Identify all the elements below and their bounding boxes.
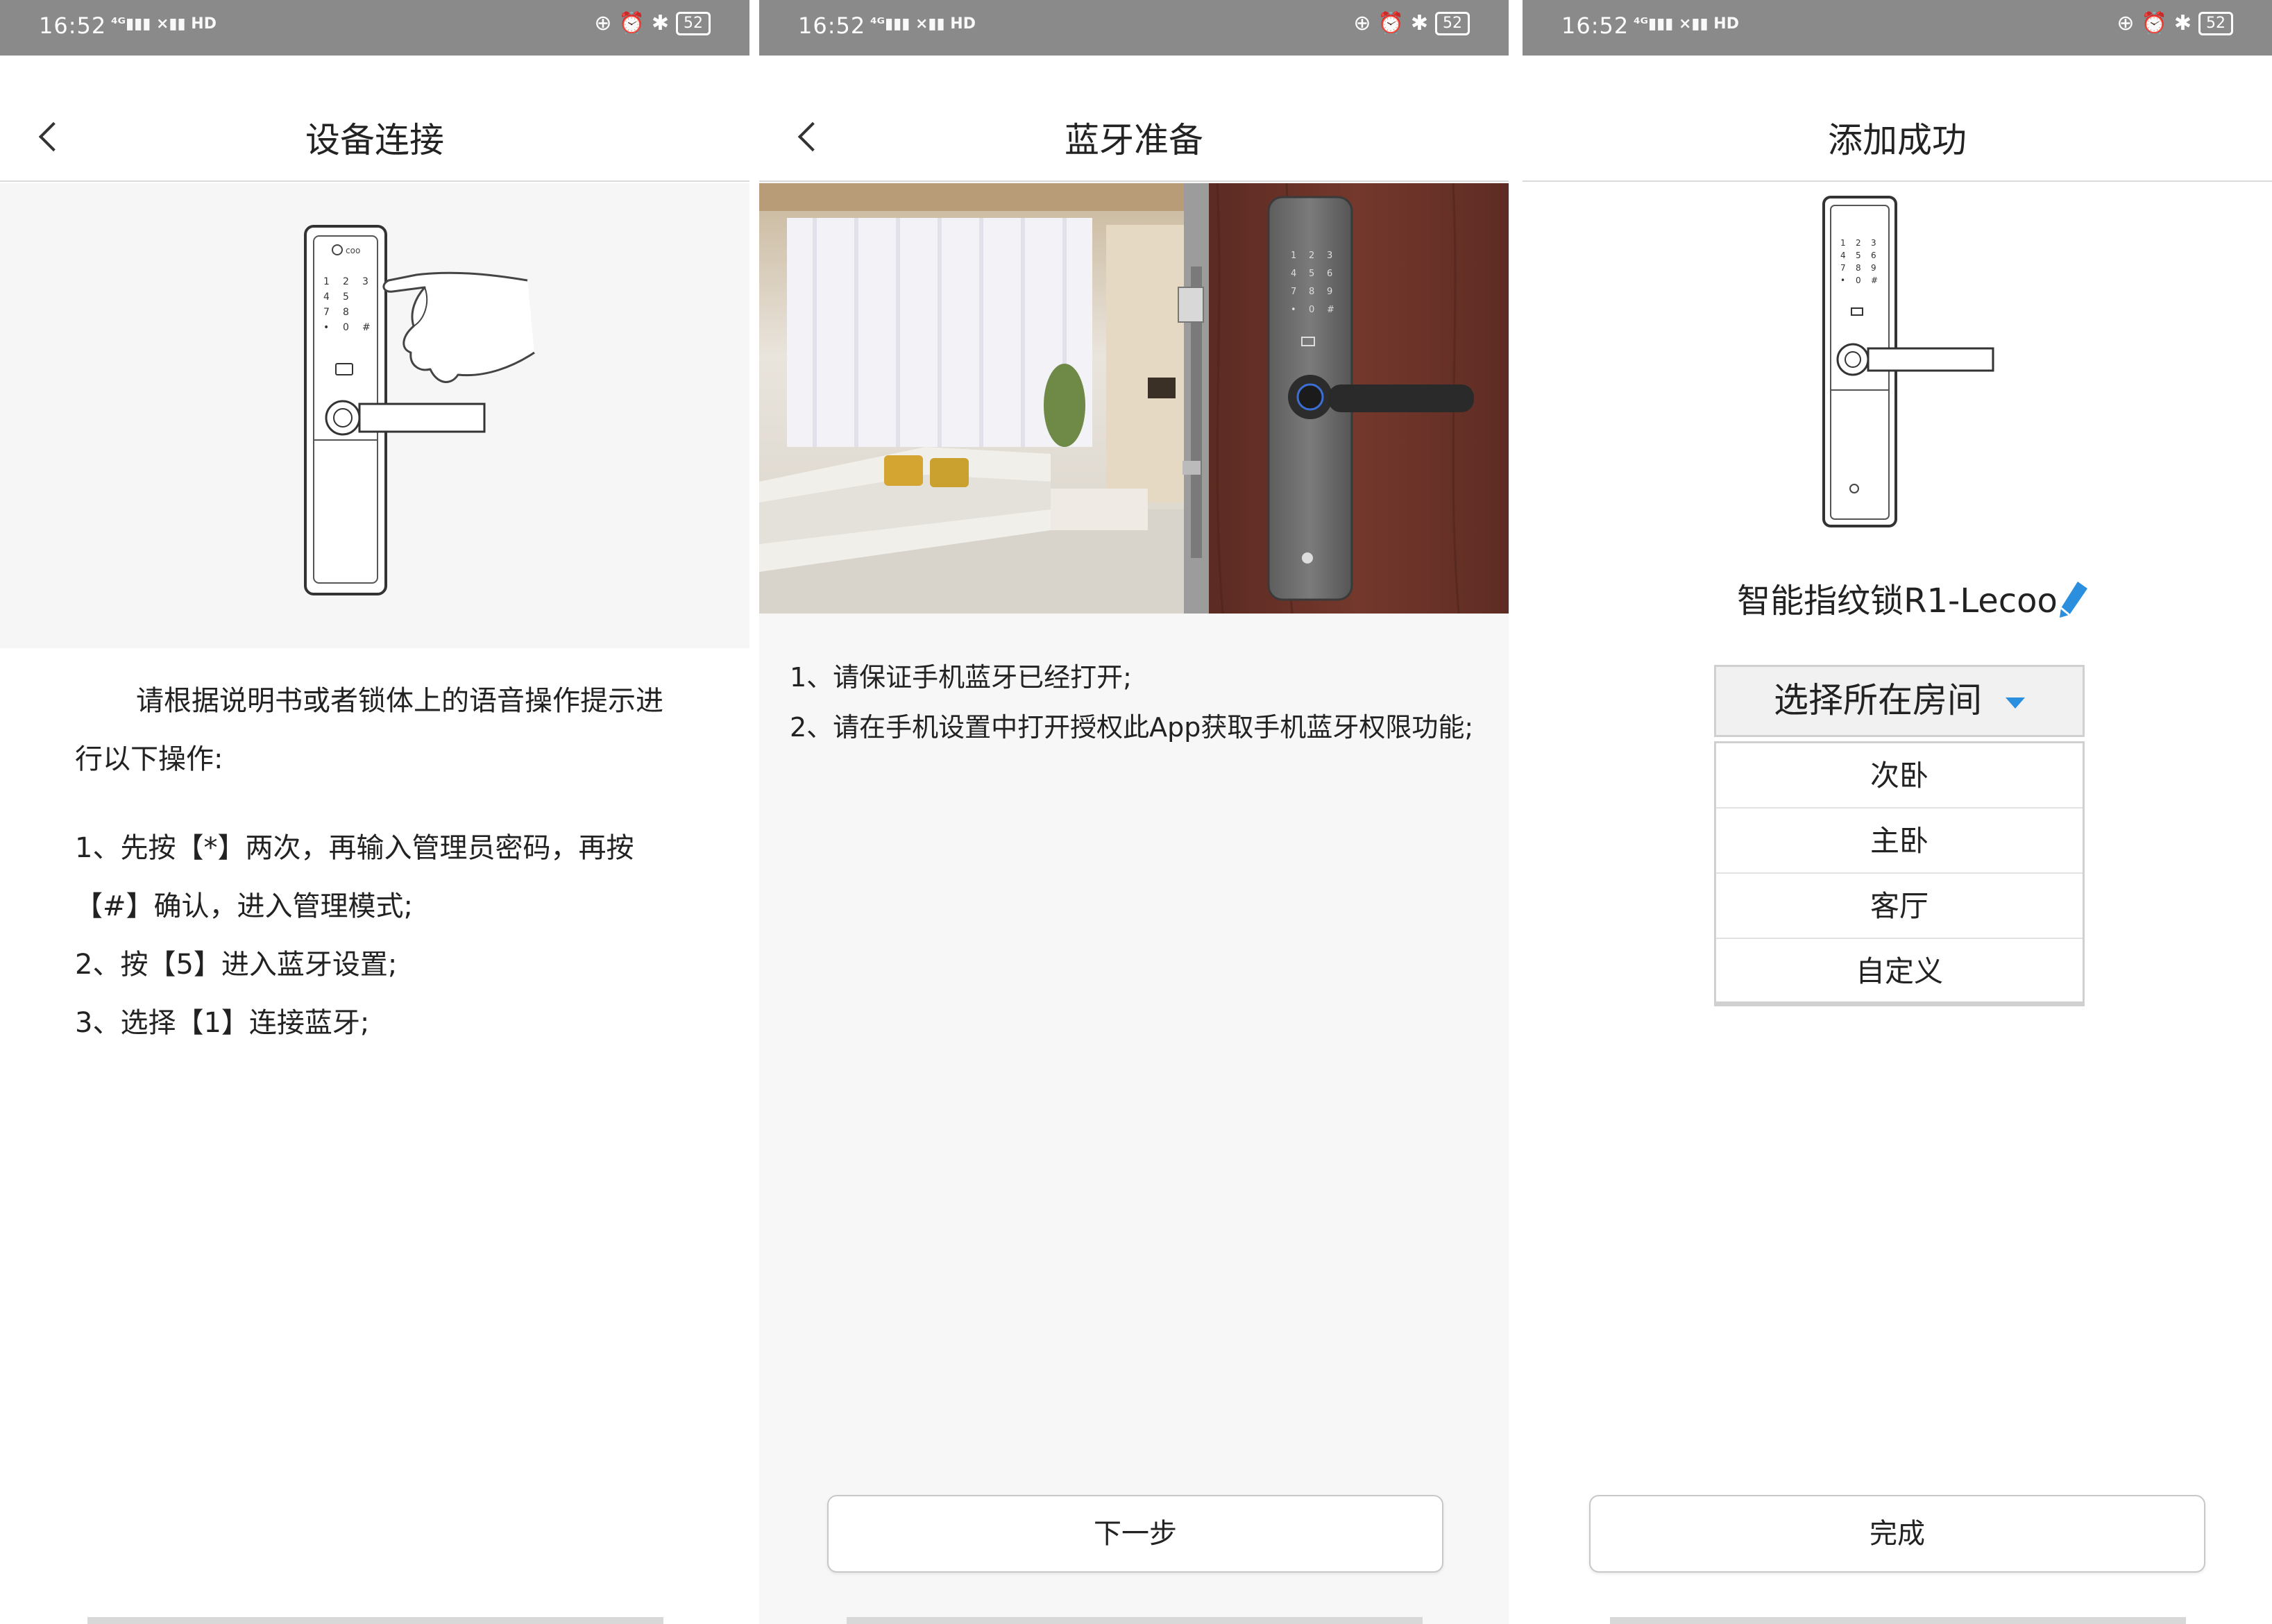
nav-header: 设备连接 [0, 56, 749, 182]
screenshots-row: 16:52 ⁴ᴳ▮▮▮ ×▮▮ HD ⊕ ⏰ ✱ 52 设备连接 coo 123… [0, 0, 2272, 1624]
svg-text:8: 8 [1309, 287, 1314, 297]
svg-text:7: 7 [1840, 263, 1846, 273]
bluetooth-icon: ✱ [1410, 11, 1428, 35]
alarm-icon: ⏰ [618, 11, 645, 35]
lock-rotation-icon: ⊕ [2117, 11, 2135, 35]
svg-text:4: 4 [323, 291, 330, 303]
svg-text:3: 3 [1871, 238, 1876, 248]
page-title: 设备连接 [305, 120, 444, 160]
battery-icon: 52 [676, 11, 711, 35]
status-bar: 16:52 ⁴ᴳ▮▮▮ ×▮▮ HD ⊕ ⏰ ✱ 52 [1523, 0, 2272, 56]
lock-rotation-icon: ⊕ [1353, 11, 1371, 35]
bluetooth-icon: ✱ [2173, 11, 2192, 35]
status-time: 16:52 [798, 12, 866, 39]
instruction-step: 2、请在手机设置中打开授权此App获取手机蓝牙权限功能; [790, 712, 1474, 743]
status-icons: ⊕ ⏰ ✱ 52 [1353, 11, 1470, 35]
done-button[interactable]: 完成 [1589, 1495, 2205, 1573]
network-signal-icon: ⁴ᴳ▮▮▮ ×▮▮ HD [870, 15, 976, 33]
svg-text:1: 1 [323, 276, 330, 287]
svg-text:•: • [323, 322, 329, 333]
device-connect-screen: 16:52 ⁴ᴳ▮▮▮ ×▮▮ HD ⊕ ⏰ ✱ 52 设备连接 coo 1 2 3… [0, 0, 749, 1624]
alarm-icon: ⏰ [1377, 11, 1404, 35]
instruction-step: 1、先按【*】两次，再输入管理员密码，再按【#】确认，进入管理模式; [75, 832, 634, 922]
battery-icon: 52 [1435, 11, 1470, 35]
svg-text:#: # [362, 322, 371, 333]
page-title: 添加成功 [1828, 120, 1967, 160]
network-signal-icon: ⁴ᴳ▮▮▮ ×▮▮ HD [1634, 15, 1739, 33]
status-time: 16:52 [1561, 12, 1629, 39]
bluetooth-icon: ✱ [651, 11, 669, 35]
lock-rotation-icon: ⊕ [594, 11, 612, 35]
svg-text:3: 3 [1327, 251, 1332, 261]
status-bar: 16:52 ⁴ᴳ▮▮▮ ×▮▮ HD ⊕ ⏰ ✱ 52 [0, 0, 749, 56]
svg-text:0: 0 [343, 322, 349, 333]
room-option[interactable]: 主卧 [1716, 809, 2083, 874]
bluetooth-instructions: 1、请保证手机蓝牙已经打开; 2、请在手机设置中打开授权此App获取手机蓝牙权限… [790, 652, 1484, 752]
status-bar: 16:52 ⁴ᴳ▮▮▮ ×▮▮ HD ⊕ ⏰ ✱ 52 [759, 0, 1509, 56]
nav-gesture-bar [847, 1617, 1423, 1624]
device-name: 智能指纹锁R1-Lecoo [1523, 573, 2272, 622]
svg-text:•: • [1840, 276, 1845, 285]
svg-text:0: 0 [1309, 305, 1314, 315]
smart-lock-device-icon: 123 4 5 6 789 • 0 # [1822, 196, 1994, 527]
nav-header: 蓝牙准备 [759, 56, 1509, 182]
room-option[interactable]: 次卧 [1716, 743, 2083, 809]
instruction-step: 1、请保证手机蓝牙已经打开; [790, 662, 1132, 693]
lock-room-scene-icon: 1 2 3 4 5 6 7 8 9 • 0 # [759, 183, 1509, 614]
add-success-screen: 16:52 ⁴ᴳ▮▮▮ ×▮▮ HD ⊕ ⏰ ✱ 52 添加成功 123 4 5 6… [1523, 0, 2272, 1624]
svg-text:#: # [1327, 305, 1334, 315]
svg-text:2: 2 [1856, 238, 1861, 248]
instruction-step: 2、按【5】进入蓝牙设置; [75, 949, 398, 981]
svg-text:8: 8 [1856, 263, 1861, 273]
svg-text:9: 9 [1871, 263, 1876, 273]
page-title: 蓝牙准备 [1065, 120, 1203, 160]
svg-text:9: 9 [1327, 287, 1332, 297]
device-name-label: 智能指纹锁R1-Lecoo [1737, 582, 2058, 620]
lock-on-door-photo: 1 2 3 4 5 6 7 8 9 • 0 # [759, 183, 1509, 614]
svg-text:5: 5 [1309, 269, 1314, 279]
svg-text:7: 7 [323, 307, 330, 318]
edit-pencil-icon[interactable] [2057, 580, 2089, 619]
room-option[interactable]: 自定义 [1716, 939, 2083, 1004]
svg-text:2: 2 [1309, 251, 1314, 261]
nav-gesture-bar [87, 1617, 663, 1624]
svg-text:6: 6 [1871, 251, 1876, 260]
smart-lock-hand-icon: coo 1 2 3 4 5 7 8 • 0 # [304, 225, 535, 595]
status-icons: ⊕ ⏰ ✱ 52 [2117, 11, 2233, 35]
svg-text:•: • [1291, 305, 1296, 315]
svg-text:1: 1 [1840, 238, 1846, 248]
svg-text:7: 7 [1291, 287, 1296, 297]
svg-text:coo: coo [346, 246, 360, 255]
network-signal-icon: ⁴ᴳ▮▮▮ ×▮▮ HD [111, 15, 217, 33]
lock-operation-illustration: coo 1 2 3 4 5 7 8 • 0 # [0, 183, 749, 648]
svg-text:0: 0 [1856, 276, 1861, 285]
svg-text:5: 5 [1856, 251, 1861, 260]
status-icons: ⊕ ⏰ ✱ 52 [594, 11, 711, 35]
svg-text:3: 3 [362, 276, 368, 287]
svg-text:2: 2 [343, 276, 349, 287]
svg-text:6: 6 [1327, 269, 1332, 279]
svg-text:8: 8 [343, 307, 349, 318]
room-select-label: 选择所在房间 [1774, 680, 1982, 720]
room-option[interactable]: 客厅 [1716, 874, 2083, 939]
nav-gesture-bar [1610, 1617, 2186, 1624]
status-time: 16:52 [39, 12, 107, 39]
svg-text:5: 5 [343, 291, 349, 303]
instruction-steps: 1、先按【*】两次，再输入管理员密码，再按【#】确认，进入管理模式; 2、按【5… [75, 819, 686, 1052]
room-options-list: 次卧 主卧 客厅 自定义 [1714, 741, 2085, 1006]
svg-text:1: 1 [1291, 251, 1296, 261]
battery-icon: 52 [2198, 11, 2233, 35]
alarm-icon: ⏰ [2141, 11, 2167, 35]
instruction-step: 3、选择【1】连接蓝牙; [75, 1007, 370, 1039]
svg-text:4: 4 [1840, 251, 1846, 260]
dropdown-arrow-icon [2006, 697, 2025, 709]
nav-header: 添加成功 [1523, 56, 2272, 182]
instruction-intro: 请根据说明书或者锁体上的语音操作提示进行以下操作: [75, 685, 663, 775]
next-step-button[interactable]: 下一步 [827, 1495, 1443, 1573]
svg-text:#: # [1871, 276, 1878, 285]
room-select-dropdown[interactable]: 选择所在房间 [1714, 665, 2085, 737]
bluetooth-prep-screen: 16:52 ⁴ᴳ▮▮▮ ×▮▮ HD ⊕ ⏰ ✱ 52 蓝牙准备 1 2 3 4… [759, 0, 1509, 1624]
instruction-text: 请根据说明书或者锁体上的语音操作提示进行以下操作: 1、先按【*】两次，再输入管… [75, 672, 686, 1052]
svg-text:4: 4 [1291, 269, 1296, 279]
